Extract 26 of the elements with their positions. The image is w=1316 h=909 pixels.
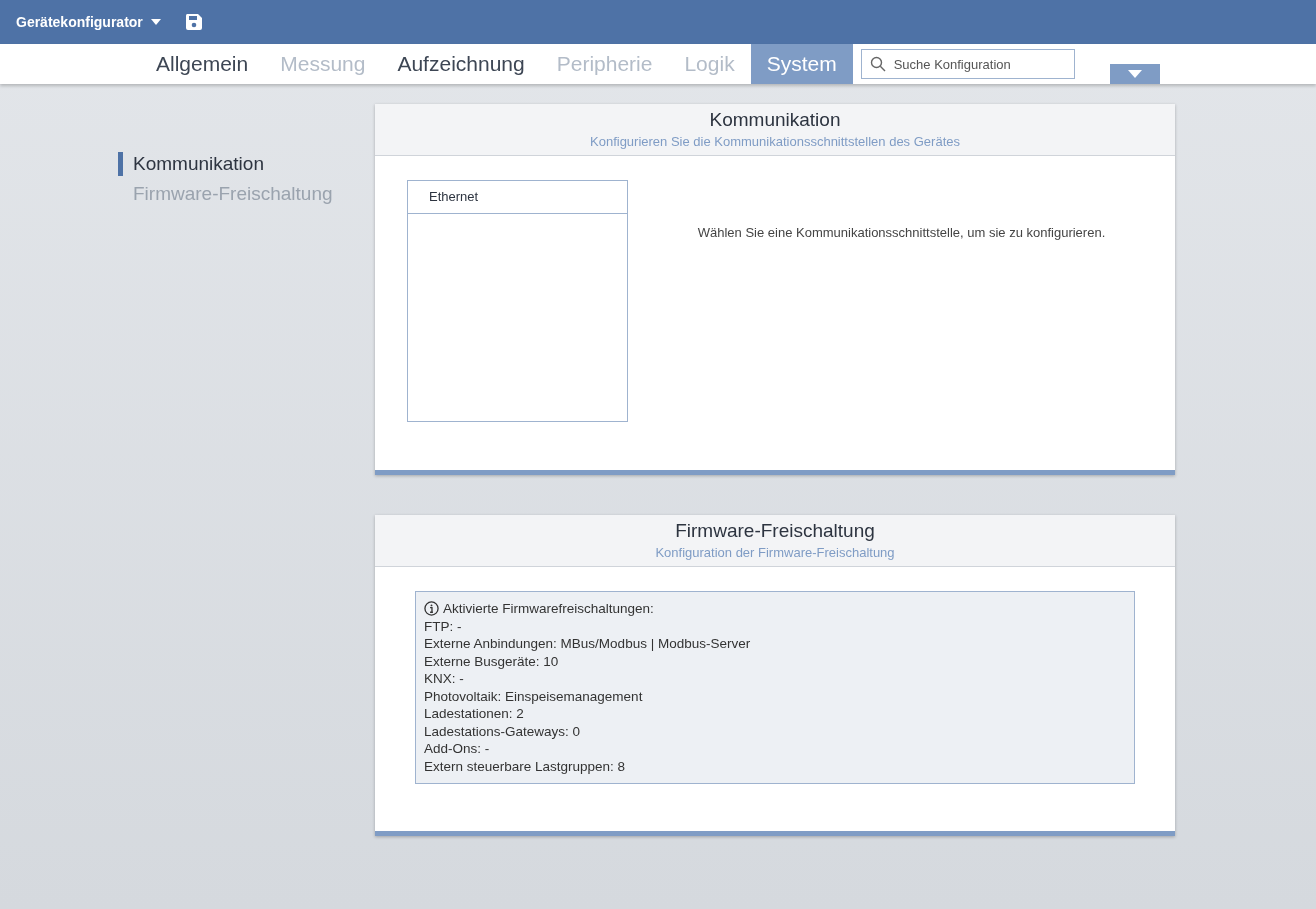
card-title: Firmware-Freischaltung: [675, 518, 875, 543]
info-heading: Aktivierte Firmwarefreischaltungen:: [443, 600, 654, 618]
card-subtitle: Konfigurieren Sie die Kommunikationsschnittstellen des Gerätes: [590, 132, 960, 151]
nav-tab[interactable]: System: [750, 44, 853, 84]
hint-text: Wählen Sie eine Kommunikationsschnittstelle, um sie zu konfigurieren.: [696, 224, 1107, 242]
card-subtitle: Konfiguration der Firmware-Freischaltung: [655, 543, 895, 562]
caret-icon: [1127, 70, 1142, 78]
app-menu-button[interactable]: Gerätekonfigurator: [16, 11, 161, 33]
card-title: Kommunikation: [709, 107, 841, 132]
nav-tab[interactable]: Aufzeichnung: [381, 44, 541, 84]
info-line: Photovoltaik: Einspeisemanagement: [424, 687, 644, 705]
search-field[interactable]: Suche Konfiguration: [860, 49, 1075, 79]
info-line: Externe Anbindungen: MBus/Modbus | Modbus-Server: [424, 635, 752, 653]
info-icon: [424, 601, 439, 617]
info-line: Extern steuerbare Lastgruppen: 8: [424, 757, 627, 775]
nav-tab[interactable]: Allgemein: [140, 44, 265, 84]
caret-icon: [150, 19, 161, 25]
info-line: Externe Busgeräte: 10: [424, 652, 560, 670]
search-icon: [869, 56, 886, 72]
save-icon[interactable]: [184, 13, 203, 31]
info-line: FTP: -: [424, 617, 463, 635]
info-line: Ladestationen: 2: [424, 705, 525, 723]
info-line: Ladestations-Gateways: 0: [424, 722, 582, 740]
info-line: KNX: -: [424, 670, 465, 688]
dropdown-button[interactable]: [1109, 64, 1160, 84]
info-line: Add-Ons: -: [424, 740, 491, 758]
